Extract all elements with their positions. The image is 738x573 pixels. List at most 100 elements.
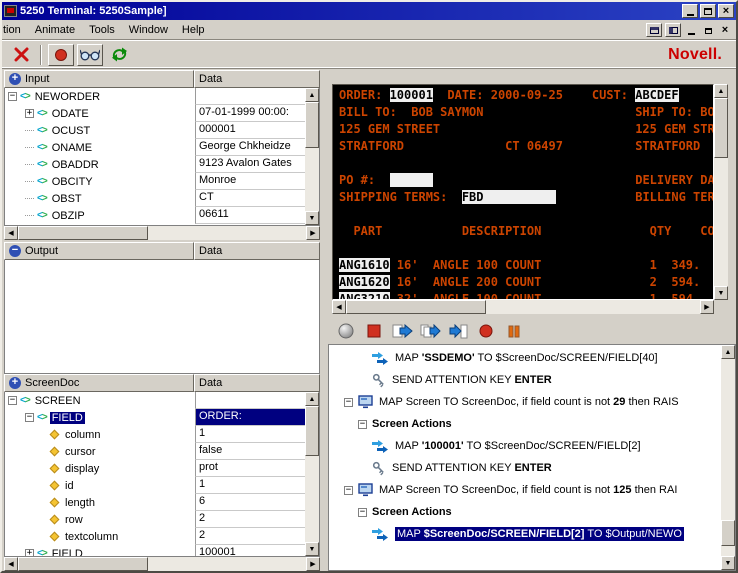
screendoc-data-header-cell[interactable]: Data <box>194 374 320 392</box>
data-cell[interactable] <box>195 392 305 409</box>
scroll-up-button[interactable]: ▲ <box>305 392 319 406</box>
screendoc-horizontal-scrollbar[interactable]: ◀ ▶ <box>4 557 320 571</box>
data-cell[interactable]: Monroe <box>195 173 305 190</box>
data-cell[interactable]: prot <box>195 460 305 477</box>
scroll-down-button[interactable]: ▼ <box>721 556 735 570</box>
mdi-minimize-button[interactable] <box>684 24 698 37</box>
actions-vertical-scrollbar[interactable]: ▲ ▼ <box>721 345 735 570</box>
input-header-cell[interactable]: Input <box>4 70 194 88</box>
terminal-field[interactable] <box>390 173 433 187</box>
action-row[interactable]: −Screen Actions <box>329 501 721 523</box>
scroll-right-button[interactable]: ▶ <box>700 300 714 314</box>
window-layout-button[interactable] <box>646 23 662 37</box>
expander-plus-icon[interactable]: + <box>25 549 34 556</box>
terminal-field[interactable]: ANG3210 <box>339 292 390 300</box>
mdi-close-button[interactable]: × <box>718 24 732 37</box>
tree-row[interactable]: <>OBCITYMonroe <box>5 173 305 190</box>
watch-button[interactable] <box>77 44 103 66</box>
scroll-track[interactable] <box>18 557 306 571</box>
tree-row[interactable]: −<>NEWORDER <box>5 88 305 105</box>
input-vertical-scrollbar[interactable]: ▲ ▼ <box>305 88 319 225</box>
pause-button[interactable] <box>502 321 526 341</box>
terminal-field[interactable]: ANG1620 <box>339 275 390 289</box>
stop-button[interactable] <box>362 321 386 341</box>
expander-minus-icon[interactable]: − <box>344 398 353 407</box>
scroll-up-button[interactable]: ▲ <box>721 345 735 359</box>
tree-row[interactable]: <>ONAMEGeorge Chkheidze <box>5 139 305 156</box>
data-cell[interactable]: false <box>195 443 305 460</box>
scroll-thumb[interactable] <box>305 406 319 456</box>
terminal-horizontal-scrollbar[interactable]: ◀ ▶ <box>332 300 714 314</box>
tree-row[interactable]: cursorfalse <box>5 443 305 460</box>
expander-minus-icon[interactable]: − <box>8 396 17 405</box>
step-into-button[interactable] <box>418 321 442 341</box>
scroll-down-button[interactable]: ▼ <box>305 211 319 225</box>
tree-row[interactable]: −<>FIELDORDER: <box>5 409 305 426</box>
menu-item-window[interactable]: Window <box>122 21 175 39</box>
terminal-field[interactable]: 100001 <box>390 88 433 102</box>
data-cell[interactable]: 100001 <box>195 545 305 556</box>
tree-row[interactable]: displayprot <box>5 460 305 477</box>
scroll-thumb[interactable] <box>714 98 728 158</box>
tree-row[interactable]: −<>SCREEN <box>5 392 305 409</box>
input-horizontal-scrollbar[interactable]: ◀ ▶ <box>4 226 320 240</box>
data-cell[interactable]: 6 <box>195 494 305 511</box>
delete-button[interactable] <box>8 44 34 66</box>
scroll-up-button[interactable]: ▲ <box>305 88 319 102</box>
scroll-thumb[interactable] <box>305 102 319 148</box>
tree-row[interactable]: <>OBSTCT <box>5 190 305 207</box>
action-row[interactable]: SEND ATTENTION KEY ENTER <box>329 457 721 479</box>
title-bar[interactable]: 5250 Terminal: 5250Sample] × <box>2 2 736 20</box>
expander-plus-icon[interactable]: + <box>25 109 34 118</box>
action-row[interactable]: MAP '100001' TO $ScreenDoc/SCREEN/FIELD[… <box>329 435 721 457</box>
tree-row[interactable]: <>OCUST000001 <box>5 122 305 139</box>
terminal-vertical-scrollbar[interactable]: ▲ ▼ <box>714 84 728 300</box>
tree-row[interactable]: column1 <box>5 426 305 443</box>
scroll-left-button[interactable]: ◀ <box>332 300 346 314</box>
scroll-track[interactable] <box>305 102 319 211</box>
terminal-field[interactable]: FBD <box>462 190 556 204</box>
panel-expand-icon[interactable] <box>9 377 21 389</box>
maximize-button[interactable] <box>700 4 716 18</box>
data-cell[interactable] <box>195 88 305 105</box>
output-header-cell[interactable]: Output <box>4 242 194 260</box>
screendoc-vertical-scrollbar[interactable]: ▲ ▼ <box>305 392 319 556</box>
data-cell[interactable]: 06611 <box>195 207 305 224</box>
scroll-down-button[interactable]: ▼ <box>305 542 319 556</box>
data-cell[interactable]: ORDER: <box>195 409 305 426</box>
scroll-up-button[interactable]: ▲ <box>714 84 728 98</box>
mdi-restore-button[interactable] <box>701 24 715 37</box>
scroll-right-button[interactable]: ▶ <box>306 557 320 571</box>
step-over-button[interactable] <box>390 321 414 341</box>
menu-item-animate[interactable]: Animate <box>28 21 82 39</box>
data-cell[interactable]: 1 <box>195 426 305 443</box>
scroll-thumb[interactable] <box>721 520 735 546</box>
expander-minus-icon[interactable]: − <box>344 486 353 495</box>
expander-minus-icon[interactable]: − <box>358 420 367 429</box>
data-cell[interactable]: 07-01-1999 00:00: <box>195 105 305 122</box>
tree-row[interactable]: textcolumn2 <box>5 528 305 545</box>
expander-minus-icon[interactable]: − <box>25 413 34 422</box>
scroll-right-button[interactable]: ▶ <box>306 226 320 240</box>
expander-minus-icon[interactable]: − <box>8 92 17 101</box>
action-row[interactable]: MAP $ScreenDoc/SCREEN/FIELD[2] TO $Outpu… <box>329 523 721 545</box>
scroll-down-button[interactable]: ▼ <box>714 286 728 300</box>
connection-button[interactable] <box>334 321 358 341</box>
panel-splitter[interactable] <box>320 69 328 571</box>
terminal-field[interactable]: ANG1610 <box>339 258 390 272</box>
action-row[interactable]: −Screen Actions <box>329 413 721 435</box>
tree-row[interactable]: +<>ODATE07-01-1999 00:00: <box>5 105 305 122</box>
data-cell[interactable]: 9123 Avalon Gates <box>195 156 305 173</box>
action-row[interactable]: MAP 'SSDEMO' TO $ScreenDoc/SCREEN/FIELD[… <box>329 347 721 369</box>
data-cell[interactable]: 2 <box>195 528 305 545</box>
tree-row[interactable]: length6 <box>5 494 305 511</box>
output-data-header-cell[interactable]: Data <box>194 242 320 260</box>
data-cell[interactable]: CT <box>195 190 305 207</box>
tree-row[interactable]: <>OBZIP06611 <box>5 207 305 224</box>
expander-minus-icon[interactable]: − <box>358 508 367 517</box>
terminal-field[interactable]: ABCDEF <box>635 88 678 102</box>
data-cell[interactable]: 1 <box>195 477 305 494</box>
terminal-screen[interactable]: ORDER: 100001 DATE: 2000-09-25 CUST: ABC… <box>332 84 714 300</box>
menu-item-help[interactable]: Help <box>175 21 212 39</box>
scroll-track[interactable] <box>346 300 700 314</box>
